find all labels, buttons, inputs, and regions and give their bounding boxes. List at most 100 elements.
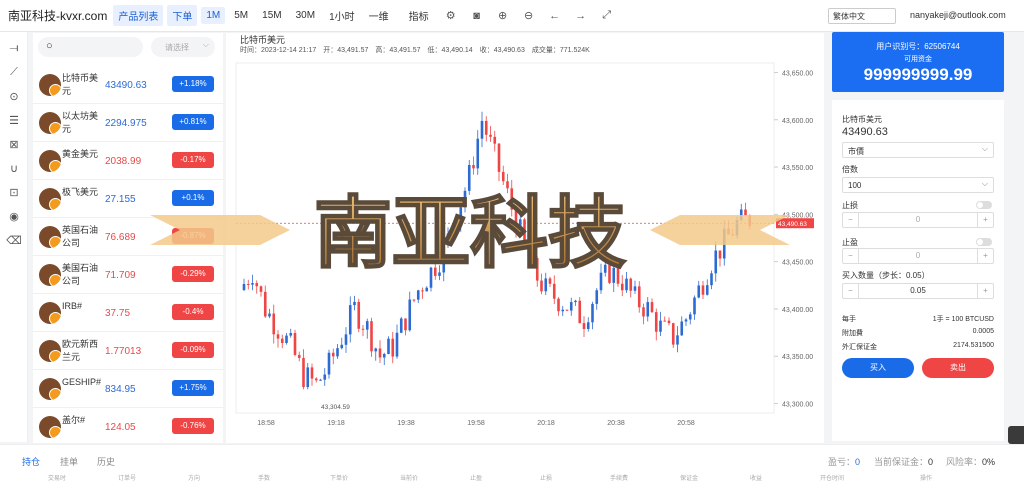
take-profit-input[interactable]: − 0 + — [842, 248, 994, 264]
sell-button[interactable]: 卖出 — [922, 358, 994, 378]
change-badge[interactable]: -0.09% — [172, 342, 214, 358]
category-select[interactable]: 请选择 — [151, 37, 215, 57]
candle-body — [293, 333, 297, 355]
timeframe-1m[interactable]: 1M — [201, 7, 226, 24]
symbol-name: 欧元新西兰元 — [62, 339, 99, 362]
candlestick-chart[interactable]: 43,650.0043,600.0043,550.0043,500.0043,4… — [226, 53, 824, 443]
fullscreen-icon[interactable]: ⤢ — [600, 9, 614, 23]
side-tab[interactable] — [1008, 426, 1024, 444]
eye-icon[interactable]: ◉ — [6, 208, 22, 224]
change-badge[interactable]: +1.18% — [172, 76, 214, 92]
gear-icon[interactable]: ⚙ — [444, 9, 458, 23]
stop-loss-input[interactable]: − 0 + — [842, 212, 994, 228]
lock-icon[interactable]: ⊡ — [6, 184, 22, 200]
take-profit-toggle[interactable] — [976, 238, 992, 246]
magnet-icon[interactable]: ∪ — [6, 160, 22, 176]
timeframe-1h[interactable]: 1小时 — [324, 5, 360, 26]
stop-loss-minus[interactable]: − — [843, 213, 859, 227]
leverage-select[interactable]: 100 — [842, 177, 994, 193]
search-input[interactable]: ○ — [38, 37, 143, 57]
column-header: 收益 — [750, 476, 763, 482]
order-price: 43490.63 — [842, 126, 888, 138]
timeframe-30m[interactable]: 30M — [291, 7, 320, 24]
change-badge[interactable]: -0.17% — [172, 152, 214, 168]
stop-loss-toggle[interactable] — [976, 201, 992, 209]
candle-body — [527, 240, 531, 258]
take-profit-minus[interactable]: − — [843, 249, 859, 263]
zoom-out-icon[interactable]: ⊖ — [522, 9, 536, 23]
candle-body — [484, 120, 488, 135]
circle-tool-icon[interactable]: ⊙ — [6, 88, 22, 104]
change-badge[interactable]: -0.4% — [172, 304, 214, 320]
candle-body — [285, 335, 288, 343]
candle-body — [710, 273, 713, 286]
quantity-plus[interactable]: + — [977, 284, 993, 298]
tab-order[interactable]: 下单 — [167, 5, 198, 26]
quantity-minus[interactable]: − — [843, 284, 859, 298]
pattern-icon[interactable]: ⊠ — [6, 136, 22, 152]
symbol-row[interactable]: 比特币美元 43490.63 +1.18% — [33, 66, 223, 104]
tab-positions[interactable]: 持仓 — [22, 455, 40, 468]
symbol-name: 盖尔# — [62, 415, 86, 425]
timeframe-5m[interactable]: 5M — [229, 7, 253, 24]
order-type-select[interactable]: 市價 — [842, 142, 994, 158]
change-badge[interactable]: +0.1% — [172, 190, 214, 206]
candle-body — [586, 322, 590, 329]
flag-icon — [39, 378, 61, 400]
symbol-row[interactable]: 盖尔# 124.05 -0.76% — [33, 408, 223, 446]
candle-body — [327, 352, 331, 375]
column-header: 止损 — [540, 476, 553, 482]
candle-body — [433, 267, 437, 276]
take-profit-label: 止盈 — [842, 238, 858, 247]
candle-body — [255, 283, 259, 287]
user-email[interactable]: nanyakeji@outlook.com — [910, 10, 1006, 20]
change-badge[interactable]: -0.29% — [172, 266, 214, 282]
timeframe-15m[interactable]: 15M — [257, 7, 286, 24]
margin-label: 当前保证金： — [874, 457, 929, 467]
candle-body — [731, 234, 735, 236]
camera-icon[interactable]: ◙ — [470, 9, 484, 23]
info-value: 0.0005 — [972, 328, 994, 335]
drawing-toolbar: ⟞ ⟋ ⊙ ☰ ⊠ ∪ ⊡ ◉ ⌫ — [0, 32, 28, 442]
arrow-right-icon[interactable]: → — [574, 9, 588, 23]
tab-pending[interactable]: 挂单 — [60, 455, 78, 468]
change-badge[interactable]: -0.76% — [172, 418, 214, 434]
buy-button[interactable]: 买入 — [842, 358, 914, 378]
trend-line-icon[interactable]: ⟋ — [6, 64, 22, 80]
change-badge[interactable]: +0.81% — [172, 114, 214, 130]
change-badge[interactable]: -0.87% — [172, 228, 214, 244]
arrow-left-icon[interactable]: ← — [548, 9, 562, 23]
fib-lines-icon[interactable]: ☰ — [6, 112, 22, 128]
candle-body — [429, 267, 433, 288]
symbol-row[interactable]: 黄金美元 2038.99 -0.17% — [33, 142, 223, 180]
trash-icon[interactable]: ⌫ — [6, 232, 22, 248]
candle-body — [612, 267, 616, 283]
candle-body — [684, 319, 688, 322]
horizontal-line-icon[interactable]: ⟞ — [6, 40, 22, 56]
stop-loss-plus[interactable]: + — [977, 213, 993, 227]
change-badge[interactable]: +1.75% — [172, 380, 214, 396]
symbol-row[interactable]: 欧元新西兰元 1.77013 -0.09% — [33, 332, 223, 370]
quantity-stepper[interactable]: − 0.05 + — [842, 283, 994, 299]
zoom-in-icon[interactable]: ⊕ — [496, 9, 510, 23]
symbol-row[interactable]: GESHIP# 834.95 +1.75% — [33, 370, 223, 408]
candle-body — [493, 136, 497, 144]
indicator-button[interactable]: 指标 — [404, 5, 434, 26]
symbol-row[interactable]: 以太坊美元 2294.975 +0.81% — [33, 104, 223, 142]
tab-history[interactable]: 历史 — [97, 455, 115, 468]
y-tick-label: 43,650.00 — [782, 70, 813, 77]
symbol-row[interactable]: 美国石油公司 71.709 -0.29% — [33, 256, 223, 294]
candle-body — [701, 285, 705, 295]
info-row: 每手 1手 = 100 BTCUSD — [842, 314, 994, 324]
take-profit-plus[interactable]: + — [977, 249, 993, 263]
symbol-price: 37.75 — [105, 308, 131, 319]
tab-product-list[interactable]: 产品列表 — [113, 5, 164, 26]
language-select[interactable]: 繁体中文 — [828, 8, 896, 24]
candle-body — [591, 303, 594, 323]
column-header: 交易时 — [48, 476, 67, 482]
symbol-row[interactable]: 英国石油公司 76.689 -0.87% — [33, 218, 223, 256]
timeframe-1d[interactable]: 一维 — [364, 5, 394, 26]
candle-body — [374, 348, 378, 352]
symbol-row[interactable]: 极飞美元 27.155 +0.1% — [33, 180, 223, 218]
symbol-row[interactable]: IRB# 37.75 -0.4% — [33, 294, 223, 332]
